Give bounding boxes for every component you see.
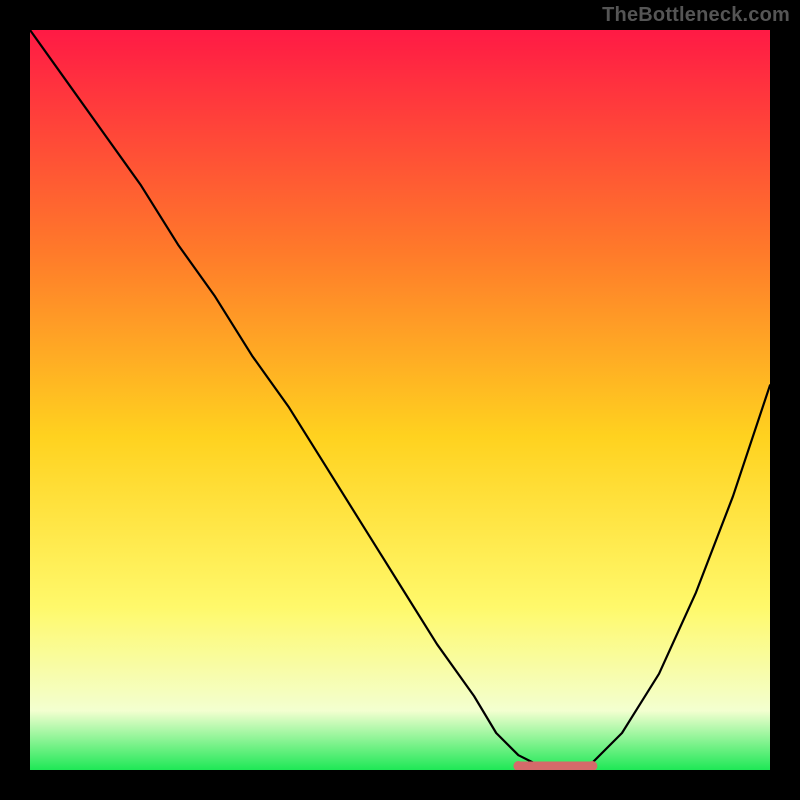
gradient-background [30,30,770,770]
watermark-text: TheBottleneck.com [602,4,790,27]
plot-area [30,30,770,770]
plot-svg [30,30,770,770]
chart-stage: TheBottleneck.com [0,0,800,800]
